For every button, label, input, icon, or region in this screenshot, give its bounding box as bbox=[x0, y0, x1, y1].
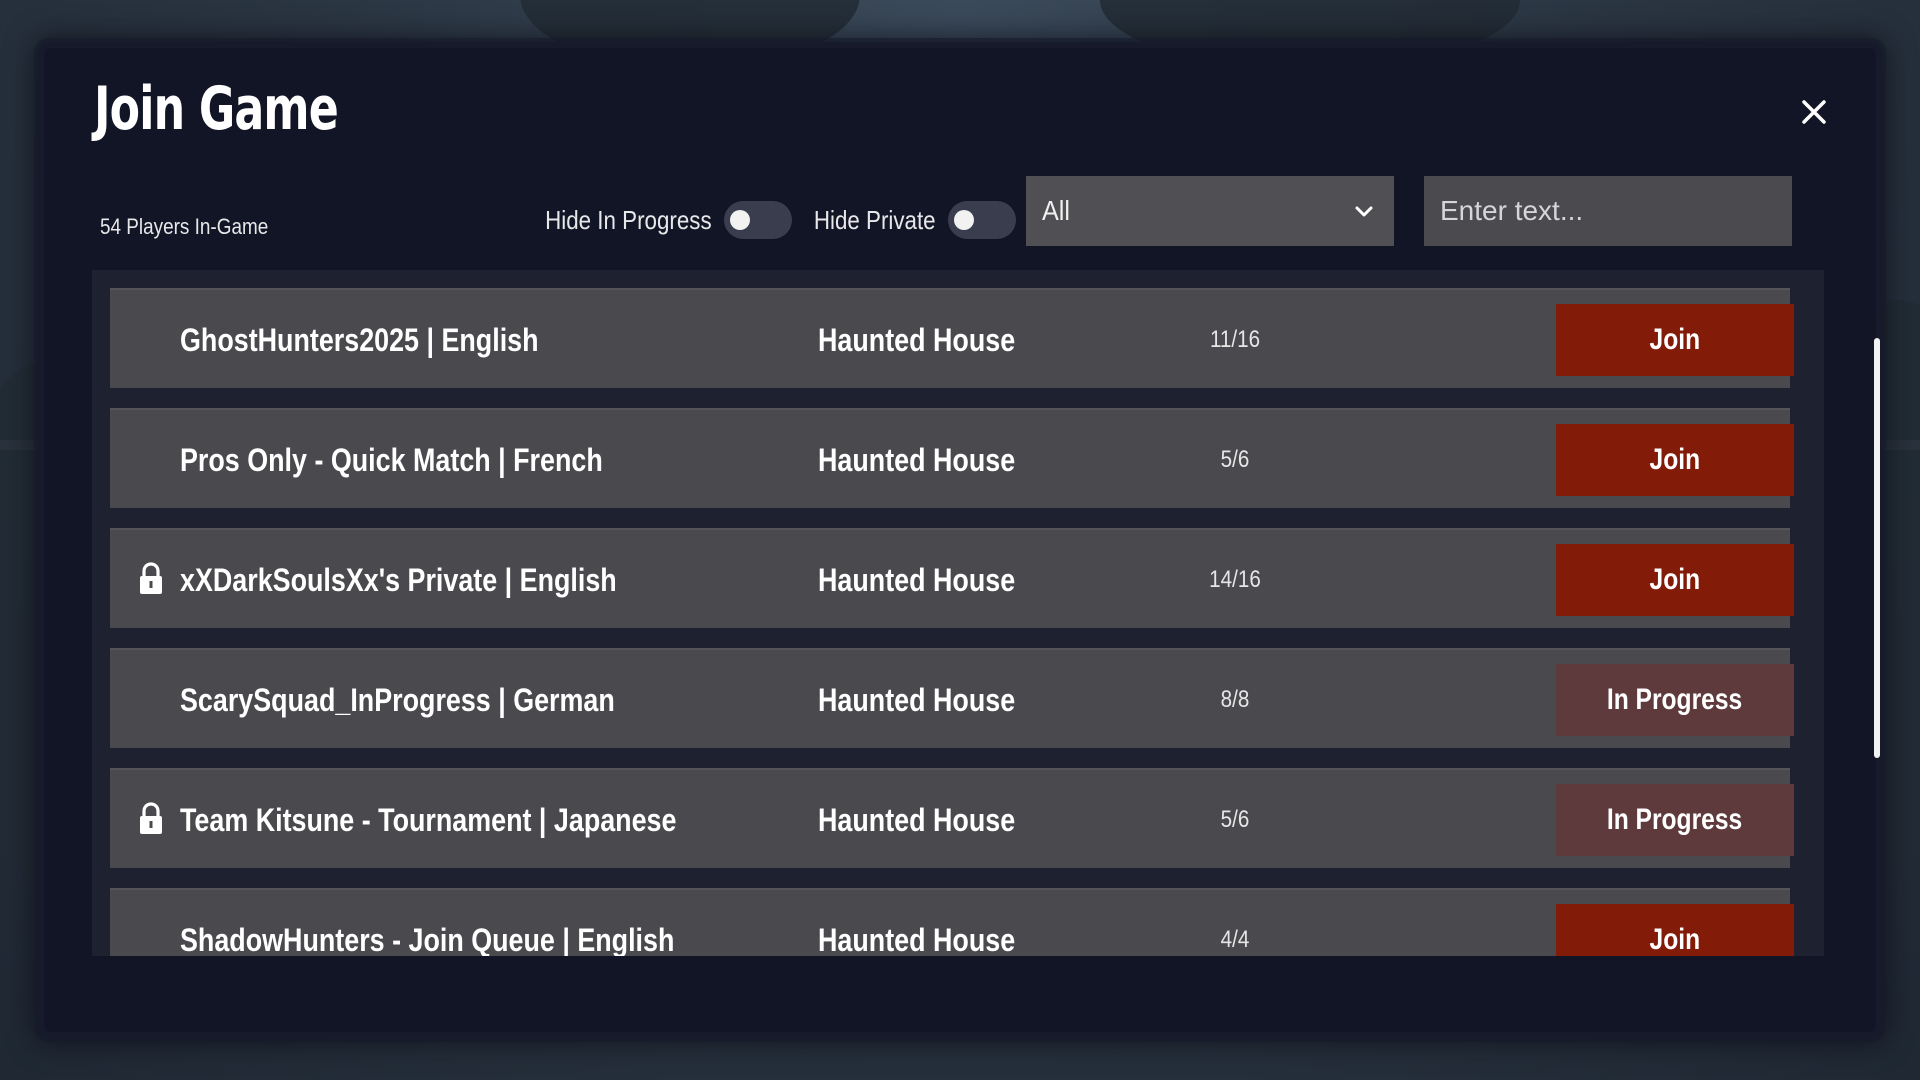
toggle-knob bbox=[729, 210, 750, 230]
game-name: ScarySquad_InProgress | German bbox=[180, 682, 615, 718]
game-name: GhostHunters2025 | English bbox=[180, 322, 539, 358]
background-fence bbox=[1876, 440, 1920, 450]
in-progress-button[interactable]: In Progress bbox=[1556, 664, 1794, 736]
game-row[interactable]: Team Kitsune - Tournament | Japanese Haun… bbox=[110, 768, 1794, 868]
list-bottom-edge bbox=[92, 956, 1824, 1000]
dropdown-selected-value: All bbox=[1042, 195, 1071, 226]
hide-in-progress-label: Hide In Progress bbox=[545, 204, 712, 235]
close-button[interactable] bbox=[1794, 92, 1834, 132]
scrollbar-thumb[interactable] bbox=[1874, 338, 1880, 758]
lock-icon bbox=[138, 802, 164, 836]
in-progress-button[interactable]: In Progress bbox=[1556, 784, 1794, 856]
game-name: xXDarkSoulsXx's Private | English bbox=[180, 562, 617, 598]
join-game-dialog: Join Game 54 Players In-Game Hide In Pro… bbox=[44, 48, 1880, 1032]
background-fence bbox=[0, 440, 44, 450]
game-name: Pros Only - Quick Match | French bbox=[180, 442, 603, 478]
player-count: 5/6 bbox=[1220, 806, 1250, 833]
chevron-down-icon bbox=[1355, 206, 1373, 217]
hide-in-progress-filter: Hide In Progress bbox=[518, 190, 792, 250]
game-row[interactable]: ScarySquad_InProgress | German Haunted Ho… bbox=[110, 648, 1794, 748]
game-background: Join Game 54 Players In-Game Hide In Pro… bbox=[0, 0, 1920, 1080]
player-count: 14/16 bbox=[1209, 566, 1261, 593]
action-label: Join bbox=[1649, 443, 1701, 476]
game-list-scrollbar[interactable] bbox=[1874, 338, 1880, 998]
close-icon bbox=[1802, 100, 1826, 124]
player-count: 5/6 bbox=[1220, 446, 1250, 473]
game-map: Haunted House bbox=[818, 562, 1016, 598]
game-name: Team Kitsune - Tournament | Japanese bbox=[180, 802, 677, 838]
hide-private-toggle[interactable] bbox=[947, 201, 1016, 239]
dialog-title: Join Game bbox=[94, 74, 339, 144]
action-label: In Progress bbox=[1607, 803, 1743, 836]
action-label: Join bbox=[1649, 923, 1701, 956]
join-button[interactable]: Join bbox=[1556, 304, 1794, 376]
game-map: Haunted House bbox=[818, 682, 1016, 718]
toggle-knob bbox=[953, 210, 974, 230]
game-map: Haunted House bbox=[818, 802, 1016, 838]
action-label: Join bbox=[1649, 323, 1701, 356]
lock-icon bbox=[138, 562, 164, 596]
player-count: 11/16 bbox=[1209, 326, 1261, 353]
action-label: Join bbox=[1649, 563, 1701, 596]
hide-in-progress-toggle[interactable] bbox=[723, 201, 792, 239]
search-input[interactable] bbox=[1424, 176, 1792, 246]
game-row[interactable]: GhostHunters2025 | English Haunted House 1… bbox=[110, 288, 1794, 388]
hide-private-label: Hide Private bbox=[813, 204, 936, 235]
hide-private-filter: Hide Private bbox=[794, 190, 1016, 250]
player-count: 8/8 bbox=[1220, 686, 1250, 713]
game-row[interactable]: xXDarkSoulsXx's Private | English Haunted… bbox=[110, 528, 1794, 628]
join-button[interactable]: Join bbox=[1556, 424, 1794, 496]
action-label: In Progress bbox=[1607, 683, 1743, 716]
players-in-game-count: 54 Players In-Game bbox=[100, 214, 269, 239]
game-map: Haunted House bbox=[818, 442, 1016, 478]
game-list: GhostHunters2025 | English Haunted House 1… bbox=[92, 270, 1824, 1000]
filter-dropdown[interactable]: All bbox=[1026, 176, 1394, 246]
game-row[interactable]: Pros Only - Quick Match | French Haunted … bbox=[110, 408, 1794, 508]
game-map: Haunted House bbox=[818, 322, 1016, 358]
join-button[interactable]: Join bbox=[1556, 544, 1794, 616]
